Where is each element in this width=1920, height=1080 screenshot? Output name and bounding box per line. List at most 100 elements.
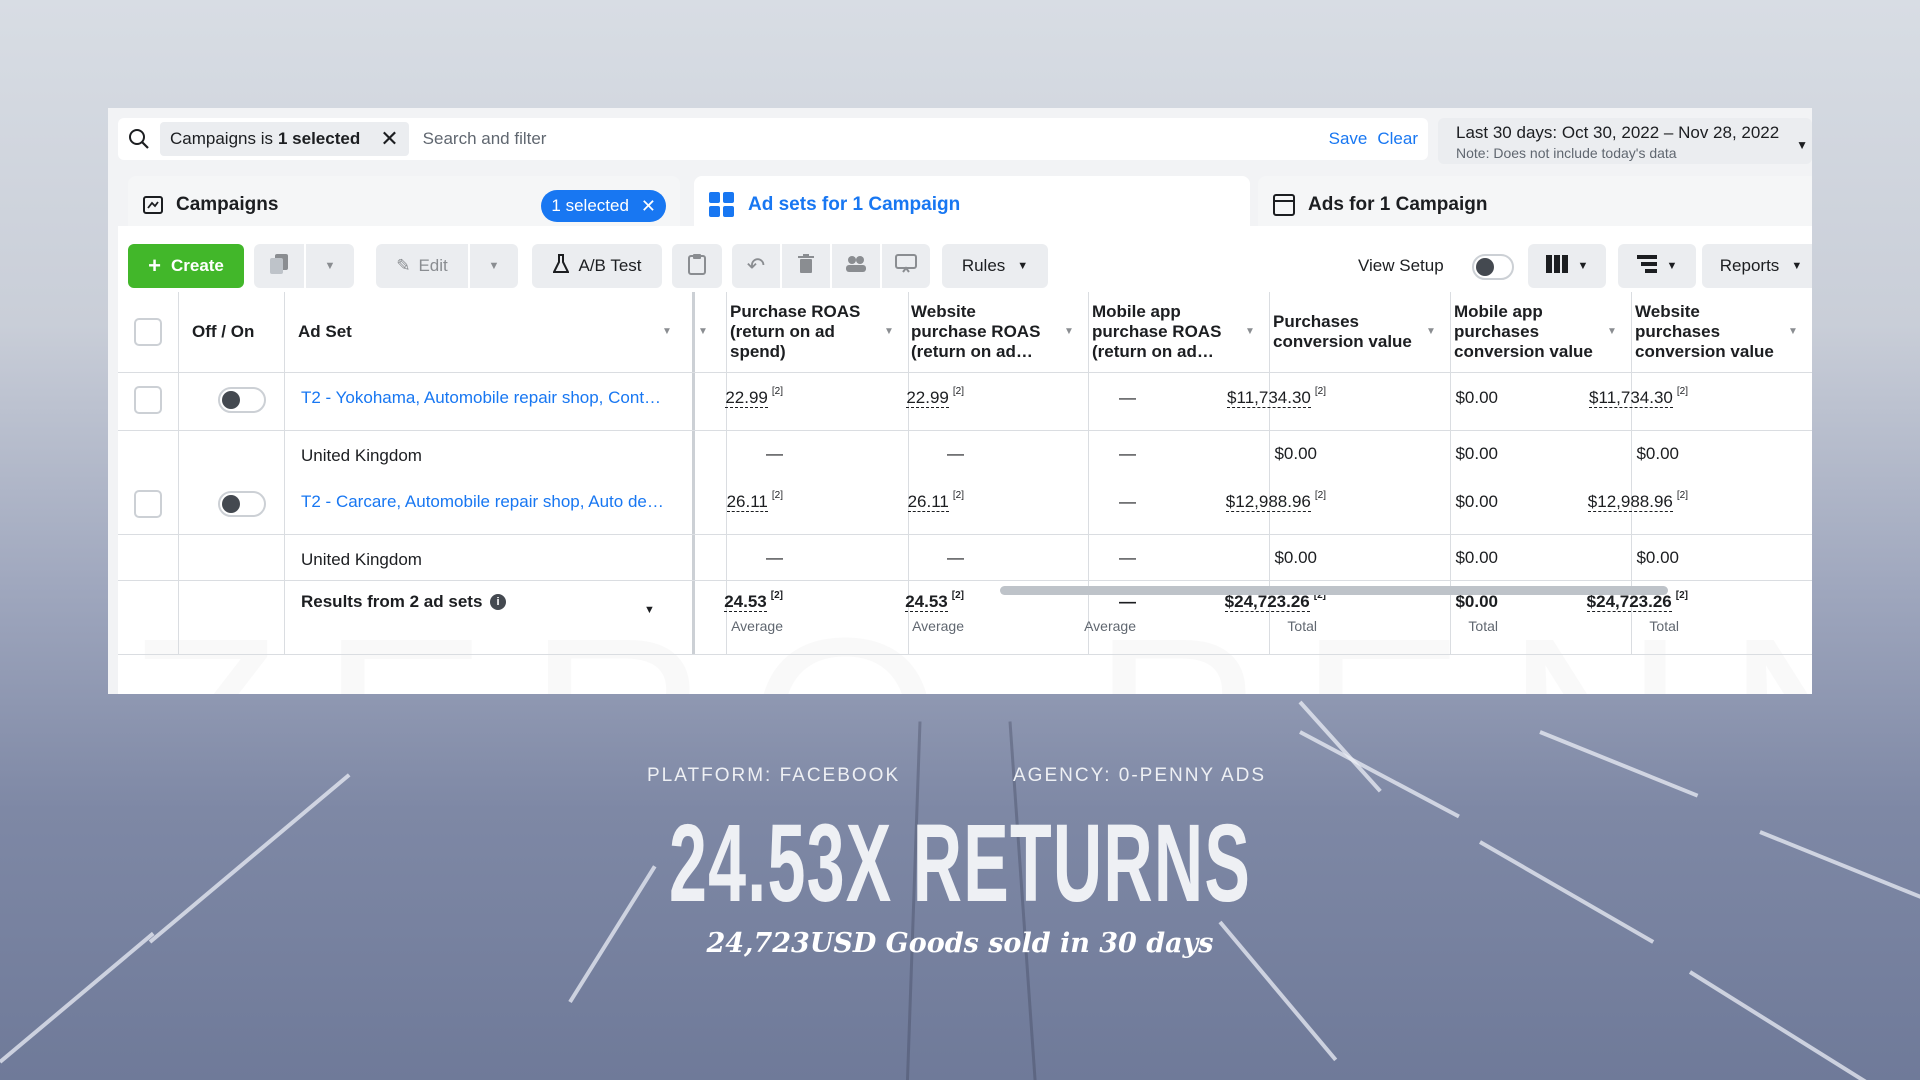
platform-label: PLATFORM: FACEBOOK (647, 765, 901, 786)
row-cell: — (1119, 388, 1136, 407)
sort-caret-icon[interactable]: ▼ (1426, 326, 1436, 337)
horizontal-scrollbar[interactable] (1000, 586, 1668, 595)
clear-button[interactable]: Clear (1377, 129, 1418, 149)
results-sub: Total (1649, 618, 1679, 634)
reports-label: Reports (1719, 256, 1780, 275)
search-input[interactable] (422, 129, 1329, 149)
row-cell: 22.99 [2] (906, 386, 964, 408)
breakdown-button[interactable]: ▼ (1618, 244, 1696, 288)
date-range-label: Last 30 days: Oct 30, 2022 – Nov 28, 202… (1456, 123, 1780, 142)
sort-caret-icon[interactable]: ▼ (1788, 326, 1798, 337)
results-sub: Total (1287, 618, 1317, 634)
tab-campaigns-label: Campaigns (176, 194, 279, 215)
tab-ads-label: Ads for 1 Campaign (1308, 194, 1488, 215)
results-cell: $0.00 (1455, 592, 1498, 611)
columns-button[interactable]: ▼ (1528, 244, 1606, 288)
header-purchase-roas[interactable]: Purchase ROAS (return on ad spend) (730, 302, 870, 362)
header-mobile-app-purchases-conversion-value[interactable]: Mobile app purchases conversion value (1454, 302, 1599, 362)
clipboard-button[interactable] (672, 244, 722, 288)
row-cell: $12,988.96 [2] (1587, 490, 1688, 512)
row-cell: $11,734.30 [2] (1589, 386, 1688, 408)
subline: 24,723USD Goods sold in 30 days (706, 928, 1214, 959)
row-cell: $11,734.30 [2] (1227, 386, 1326, 408)
info-icon[interactable]: i (490, 594, 506, 610)
results-label: Results from 2 ad sets (301, 592, 483, 611)
search-icon (118, 118, 160, 160)
filter-bar: Campaigns is 1 selected ✕ Save Clear (118, 118, 1428, 160)
location-label: United Kingdom (301, 446, 422, 465)
row-cell: — (766, 444, 783, 463)
row-cell: $0.00 (1274, 444, 1317, 463)
adsets-table: ZERO PENNY Off / On Ad Set ▼ ▼ Purchase … (118, 292, 1812, 694)
close-icon[interactable]: ✕ (641, 196, 656, 217)
results-sub: Average (912, 618, 964, 634)
sort-caret-icon[interactable]: ▼ (1245, 326, 1255, 337)
row-cell: $0.00 (1636, 548, 1679, 567)
chevron-down-icon: ▼ (1577, 260, 1589, 272)
chevron-down-icon: ▼ (1796, 138, 1808, 152)
ab-test-button[interactable]: A/B Test (532, 244, 662, 288)
view-setup-label: View Setup (1358, 256, 1444, 275)
rules-button[interactable]: Rules ▼ (942, 244, 1048, 288)
header-website-purchases-conversion-value[interactable]: Website purchases conversion value (1635, 302, 1780, 362)
tab-adsets-label: Ad sets for 1 Campaign (748, 194, 961, 215)
ad-icon (1272, 193, 1296, 217)
save-button[interactable]: Save (1329, 129, 1368, 149)
clipboard-icon (688, 253, 706, 280)
select-all-checkbox[interactable] (134, 318, 162, 346)
row-cell: — (766, 548, 783, 567)
ab-test-label: A/B Test (578, 256, 642, 275)
close-icon[interactable]: ✕ (380, 128, 398, 150)
header-off-on: Off / On (192, 322, 255, 341)
sort-caret-icon[interactable]: ▼ (698, 326, 708, 337)
chevron-down-icon: ▼ (1017, 260, 1029, 272)
undo-button[interactable]: ↶ (732, 244, 780, 288)
duplicate-button[interactable] (254, 244, 304, 288)
create-button[interactable]: + Create (128, 244, 244, 288)
columns-icon (1545, 254, 1568, 278)
edit-dropdown[interactable]: ▼ (470, 244, 518, 288)
selected-pill[interactable]: 1 selected ✕ (541, 190, 666, 222)
ads-manager-panel: Campaigns is 1 selected ✕ Save Clear Las… (108, 108, 1812, 694)
row-checkbox[interactable] (134, 386, 162, 414)
adset-name-link[interactable]: T2 - Yokohama, Automobile repair shop, C… (301, 388, 661, 408)
edit-button[interactable]: ✎ Edit (376, 244, 468, 288)
adset-toggle[interactable] (218, 387, 266, 413)
sort-caret-icon[interactable]: ▼ (662, 326, 672, 337)
results-sub: Total (1468, 618, 1498, 634)
view-setup-toggle[interactable] (1472, 254, 1514, 280)
row-checkbox[interactable] (134, 490, 162, 518)
sort-caret-icon[interactable]: ▼ (1064, 326, 1074, 337)
adset-name-link[interactable]: T2 - Carcare, Automobile repair shop, Au… (301, 492, 664, 512)
filter-chip[interactable]: Campaigns is 1 selected ✕ (160, 122, 409, 156)
agency-label: AGENCY: 0-PENNY ADS (1013, 765, 1267, 786)
folder-icon (142, 194, 164, 216)
header-mobile-app-purchase-roas[interactable]: Mobile app purchase ROAS (return on ad… (1092, 302, 1237, 362)
results-cell: $24,723.26 [2] (1224, 590, 1326, 612)
row-cell: $0.00 (1455, 444, 1498, 463)
headline: 24.53X RETURNS (668, 802, 1252, 925)
sort-caret-icon[interactable]: ▼ (1607, 326, 1617, 337)
filter-chip-value: 1 selected (278, 129, 361, 148)
date-range-picker[interactable]: Last 30 days: Oct 30, 2022 – Nov 28, 202… (1438, 118, 1812, 164)
sort-caret-icon[interactable]: ▼ (884, 326, 894, 337)
header-ad-set[interactable]: Ad Set (298, 322, 352, 342)
chevron-down-icon: ▼ (1791, 260, 1803, 272)
duplicate-dropdown[interactable]: ▼ (306, 244, 354, 288)
chevron-down-icon: ▼ (488, 260, 500, 272)
results-sub: Average (1084, 618, 1136, 634)
reports-button[interactable]: Reports ▼ (1702, 244, 1812, 288)
plus-icon: + (148, 253, 161, 278)
header-website-purchase-roas[interactable]: Website purchase ROAS (return on ad… (911, 302, 1056, 362)
results-cell: — (1119, 592, 1136, 611)
results-cell: 24.53 [2] (724, 590, 783, 612)
chevron-down-icon[interactable]: ▼ (644, 604, 655, 616)
header-purchases-conversion-value[interactable]: Purchases conversion value (1273, 312, 1418, 352)
rules-label: Rules (961, 256, 1006, 275)
adset-toggle[interactable] (218, 491, 266, 517)
audience-button[interactable] (832, 244, 880, 288)
delete-button[interactable] (782, 244, 830, 288)
undo-icon: ↶ (746, 253, 766, 278)
chevron-down-icon: ▼ (324, 260, 336, 272)
preview-button[interactable] (882, 244, 930, 288)
